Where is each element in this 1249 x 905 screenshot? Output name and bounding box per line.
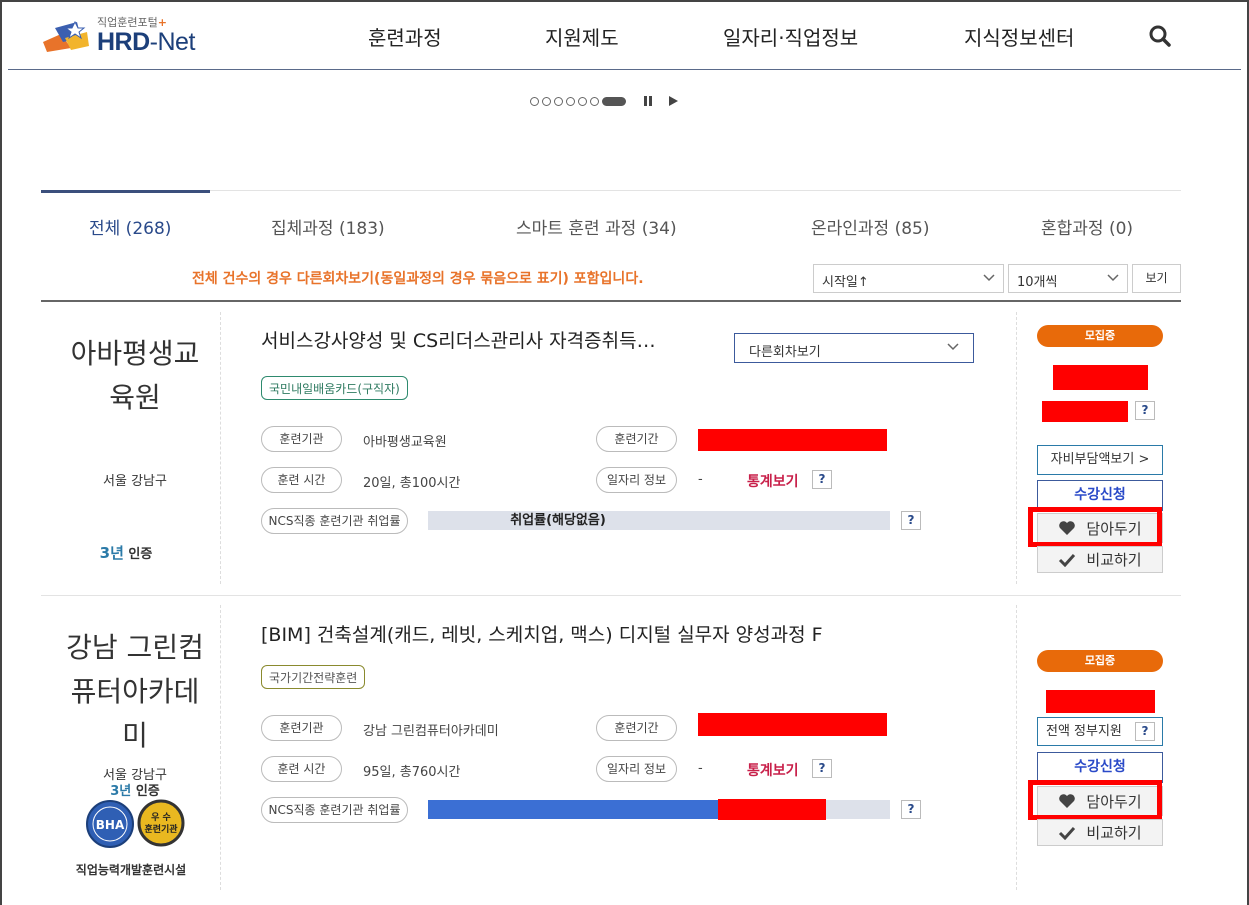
carousel-dot[interactable] [578, 96, 587, 106]
sort-select[interactable]: 시작일↑ [813, 264, 1004, 293]
check-icon [1059, 826, 1076, 840]
hrd-net-logo[interactable]: 직업훈련포털+ HRD-Net [41, 12, 211, 58]
label-institution: 훈련기관 [261, 426, 342, 452]
banner-pagination [530, 94, 680, 108]
help-button[interactable]: ? [812, 470, 832, 489]
help-button[interactable]: ? [1135, 722, 1155, 741]
view-button[interactable]: 보기 [1132, 264, 1181, 293]
active-tab-indicator [41, 190, 210, 193]
employment-rate-bar: 취업률(해당없음) [428, 511, 890, 530]
redacted-employment-rate [718, 799, 826, 820]
search-icon[interactable] [1148, 24, 1172, 48]
job-info-value: - [698, 472, 703, 487]
hours-value: 95일, 총760시간 [363, 765, 461, 780]
other-rounds-select[interactable]: 다른회차보기 [734, 333, 974, 363]
facility-label: 직업능력개발훈련시설 [75, 863, 187, 877]
chevron-down-icon [983, 274, 995, 282]
check-icon [1059, 553, 1076, 567]
excellent-institution-seal-icon: 우 수 훈련기관 [137, 799, 185, 847]
institution-name[interactable]: 아바평생교 육원 [45, 332, 225, 420]
save-highlight [1028, 507, 1162, 547]
redacted-period [698, 429, 887, 451]
tab-smart[interactable]: 스마트 훈련 과정 (34) [516, 214, 677, 239]
tab-all[interactable]: 전체 (268) [89, 214, 171, 239]
redacted-cost [1046, 690, 1155, 713]
employment-rate-text: 취업률(해당없음) [510, 513, 606, 528]
play-icon[interactable] [666, 95, 680, 107]
stats-link[interactable]: 통계보기 [747, 471, 799, 491]
carousel-dot-active[interactable] [602, 96, 626, 106]
row-divider [41, 595, 1181, 596]
job-info-value: - [698, 761, 703, 776]
compare-button[interactable]: 비교하기 [1037, 546, 1163, 573]
carousel-dot[interactable] [530, 96, 539, 106]
save-highlight [1028, 780, 1162, 820]
recruiting-badge: 모집중 [1037, 650, 1163, 672]
svg-text:BHA: BHA [96, 818, 125, 832]
carousel-dot[interactable] [542, 96, 551, 106]
tab-classroom[interactable]: 집체과정 (183) [271, 214, 385, 239]
compare-button[interactable]: 비교하기 [1037, 819, 1163, 846]
recruiting-badge: 모집중 [1037, 325, 1163, 347]
course-title[interactable]: 서비스강사양성 및 CS리더스관리사 자격증취득… [261, 326, 656, 353]
carousel-dot[interactable] [554, 96, 563, 106]
chevron-down-icon [947, 343, 959, 351]
svg-text:우 수: 우 수 [151, 812, 171, 823]
self-pay-button[interactable]: 자비부담액보기 > [1037, 445, 1163, 475]
logo-wordmark: HRD-Net [97, 28, 195, 56]
help-button[interactable]: ? [812, 759, 832, 778]
label-period: 훈련기간 [596, 426, 677, 452]
help-button[interactable]: ? [901, 511, 921, 530]
redacted-cost [1053, 365, 1148, 390]
bha-seal-icon: BHA [86, 800, 134, 848]
label-job-info: 일자리 정보 [596, 756, 677, 782]
chevron-down-icon [1107, 274, 1119, 282]
help-button[interactable]: ? [1135, 401, 1155, 420]
institution-value: 강남 그린컴퓨터아카데미 [363, 724, 499, 739]
institution-region: 서울 강남구 [103, 474, 167, 489]
label-ncs-employment: NCS직종 훈련기관 취업률 [261, 797, 408, 823]
stats-link[interactable]: 통계보기 [747, 760, 799, 780]
apply-button[interactable]: 수강신청 [1037, 752, 1163, 783]
per-page-select[interactable]: 10개씩 [1008, 264, 1128, 293]
pause-icon[interactable] [641, 95, 655, 107]
hours-value: 20일, 총100시간 [363, 476, 461, 491]
tab-blended[interactable]: 혼합과정 (0) [1041, 214, 1133, 239]
label-institution: 훈련기관 [261, 715, 342, 741]
label-hours: 훈련 시간 [261, 756, 342, 782]
tabs-divider [41, 190, 1181, 191]
course-tag: 국민내일배움카드(구직자) [261, 376, 408, 400]
institution-name[interactable]: 강남 그린컴 퓨터아카데 미 [45, 626, 225, 758]
label-period: 훈련기간 [596, 715, 677, 741]
label-job-info: 일자리 정보 [596, 467, 677, 493]
institution-value: 아바평생교육원 [363, 435, 447, 450]
site-header: 직업훈련포털+ HRD-Net 훈련과정 지원제도 일자리·직업정보 지식정보센… [8, 0, 1241, 70]
employment-rate-fill [428, 800, 720, 819]
redacted-cost [1042, 401, 1128, 422]
svg-text:훈련기관: 훈련기관 [144, 823, 178, 835]
help-button[interactable]: ? [901, 800, 921, 819]
column-divider [1016, 312, 1017, 584]
certification-badge: 3년 인증 [110, 784, 160, 799]
count-notice: 전체 건수의 경우 다른회차보기(동일과정의 경우 묶음으로 표기) 포함입니다… [192, 271, 644, 287]
label-ncs-employment: NCS직종 훈련기관 취업률 [261, 508, 408, 534]
nav-support-system[interactable]: 지원제도 [545, 22, 619, 51]
nav-training-courses[interactable]: 훈련과정 [368, 22, 442, 51]
column-divider [1016, 605, 1017, 890]
redacted-period [698, 713, 887, 736]
label-hours: 훈련 시간 [261, 467, 342, 493]
nav-job-info[interactable]: 일자리·직업정보 [723, 22, 858, 51]
course-tag: 국가기간전략훈련 [261, 665, 366, 689]
course-title[interactable]: [BIM] 건축설계(캐드, 레빗, 스케치업, 맥스) 디지털 실무자 양성과… [261, 620, 823, 647]
list-top-border [41, 300, 1181, 302]
carousel-dot[interactable] [590, 96, 599, 106]
tab-online[interactable]: 온라인과정 (85) [811, 214, 930, 239]
nav-knowledge-center[interactable]: 지식정보센터 [964, 22, 1074, 51]
certification-badge: 3년 인증 [99, 544, 153, 562]
logo-mark-icon [43, 20, 89, 52]
carousel-dot[interactable] [566, 96, 575, 106]
